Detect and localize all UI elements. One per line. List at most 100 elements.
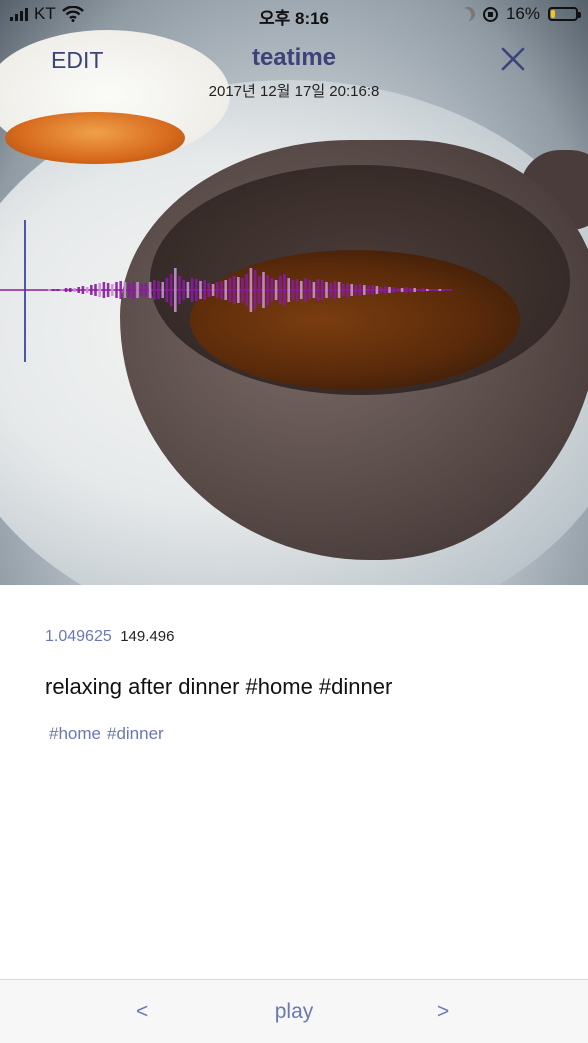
waveform-bar [148, 282, 152, 298]
waveform-bar [337, 282, 341, 298]
waveform-bar [245, 274, 248, 306]
waveform-bar [165, 278, 169, 302]
waveform-bar [430, 289, 433, 291]
waveform-bar [262, 272, 265, 308]
waveform-bar [52, 289, 55, 291]
waveform-bar [346, 283, 349, 297]
waveform-bar [85, 287, 89, 293]
battery-fill [551, 10, 555, 18]
waveform-bar [232, 276, 236, 304]
waveform-bar [216, 282, 219, 298]
waveform-bar [304, 278, 307, 302]
waveform-bar [249, 268, 253, 312]
waveform-bar [400, 288, 404, 292]
waveform-bar [291, 280, 295, 300]
waveform-bar [190, 278, 194, 302]
waveform-bar [329, 283, 332, 297]
waveform-bar [115, 282, 118, 298]
waveform-bar [169, 274, 173, 306]
waveform-bar [266, 275, 269, 305]
play-button[interactable]: play [0, 1000, 588, 1024]
waveform-bar [371, 285, 374, 295]
waveform-bar [199, 281, 202, 299]
coordinates: 1.049625 149.496 [45, 628, 174, 646]
waveform-bar [417, 289, 421, 291]
waveform-bar [132, 281, 135, 299]
waveform-bar [409, 288, 412, 292]
waveform-bar [106, 283, 110, 297]
waveform-bar [69, 288, 72, 292]
waveform-bar [136, 282, 139, 298]
waveform-bar [220, 281, 223, 299]
waveform-bar [140, 284, 143, 296]
waveform-bar [396, 288, 400, 292]
waveform-bar [388, 287, 391, 293]
status-bar: KT 오후 8:16 16% [0, 0, 588, 28]
waveform-bar [111, 284, 114, 296]
waveform-bar [279, 276, 282, 304]
waveform-bar [405, 287, 408, 293]
latitude-value: 1.049625 [45, 628, 112, 645]
audio-waveform[interactable] [0, 250, 455, 330]
waveform-bar [144, 283, 148, 297]
post-caption: relaxing after dinner #home #dinner [45, 674, 393, 699]
waveform-bar [295, 279, 299, 301]
waveform-bar [363, 285, 366, 295]
waveform-bar [300, 281, 303, 299]
waveform-bar [241, 278, 244, 302]
waveform-bar [94, 284, 97, 296]
waveform-bar [228, 278, 232, 302]
waveform-bar [287, 278, 290, 302]
waveform-bar [333, 281, 337, 299]
waveform-bar [98, 283, 101, 297]
waveform-bar [81, 286, 85, 294]
waveform-bar [421, 288, 425, 292]
waveform-bar [237, 277, 240, 303]
waveform-bar [354, 285, 358, 295]
waveform-bar [258, 276, 261, 304]
waveform-bar [77, 287, 80, 293]
waveform-bar [224, 280, 227, 300]
waveform-bar [119, 281, 122, 299]
waveform-bar [325, 282, 328, 298]
waveform-bar [342, 284, 345, 296]
waveform-bar [384, 286, 387, 294]
timestamp: 2017년 12월 17일 20:16:8 [208, 83, 380, 100]
waveform-bar [64, 288, 68, 292]
waveform-bar [48, 289, 51, 291]
longitude-value: 149.496 [120, 628, 175, 645]
close-icon[interactable] [498, 44, 528, 74]
waveform-bar [270, 278, 274, 302]
waveform-bar [195, 279, 198, 301]
tag-list: #home #dinner [49, 724, 164, 744]
waveform-bar [153, 280, 156, 300]
waveform-bar [375, 286, 379, 294]
waveform-bar [312, 282, 316, 298]
waveform-bar [178, 276, 181, 304]
status-right: 16% [461, 4, 581, 24]
waveform-bar [123, 282, 127, 298]
battery-icon [548, 7, 581, 21]
waveform-bar [350, 284, 353, 296]
waveform-bar [413, 288, 416, 292]
tag-dinner[interactable]: #dinner [107, 724, 164, 744]
waveform-bar [426, 289, 429, 291]
teacup-tea-image [5, 112, 185, 164]
waveform-bar [321, 280, 324, 300]
waveform-bar [308, 280, 311, 300]
battery-percent: 16% [505, 4, 540, 23]
waveform-bar [283, 274, 286, 306]
waveform-bar [207, 283, 211, 297]
bottom-toolbar: < play > [0, 979, 588, 1043]
next-button[interactable]: > [437, 1000, 449, 1024]
waveform-bar [392, 287, 395, 293]
waveform-bar [316, 279, 320, 301]
waveform-bar [274, 280, 278, 300]
waveform-bar [379, 287, 383, 293]
waveform-bar [127, 283, 131, 297]
waveform-bar [358, 284, 362, 296]
waveform-bar [73, 288, 76, 292]
waveform-bar [90, 285, 93, 295]
tag-home[interactable]: #home [49, 724, 101, 744]
waveform-bar [186, 282, 190, 298]
